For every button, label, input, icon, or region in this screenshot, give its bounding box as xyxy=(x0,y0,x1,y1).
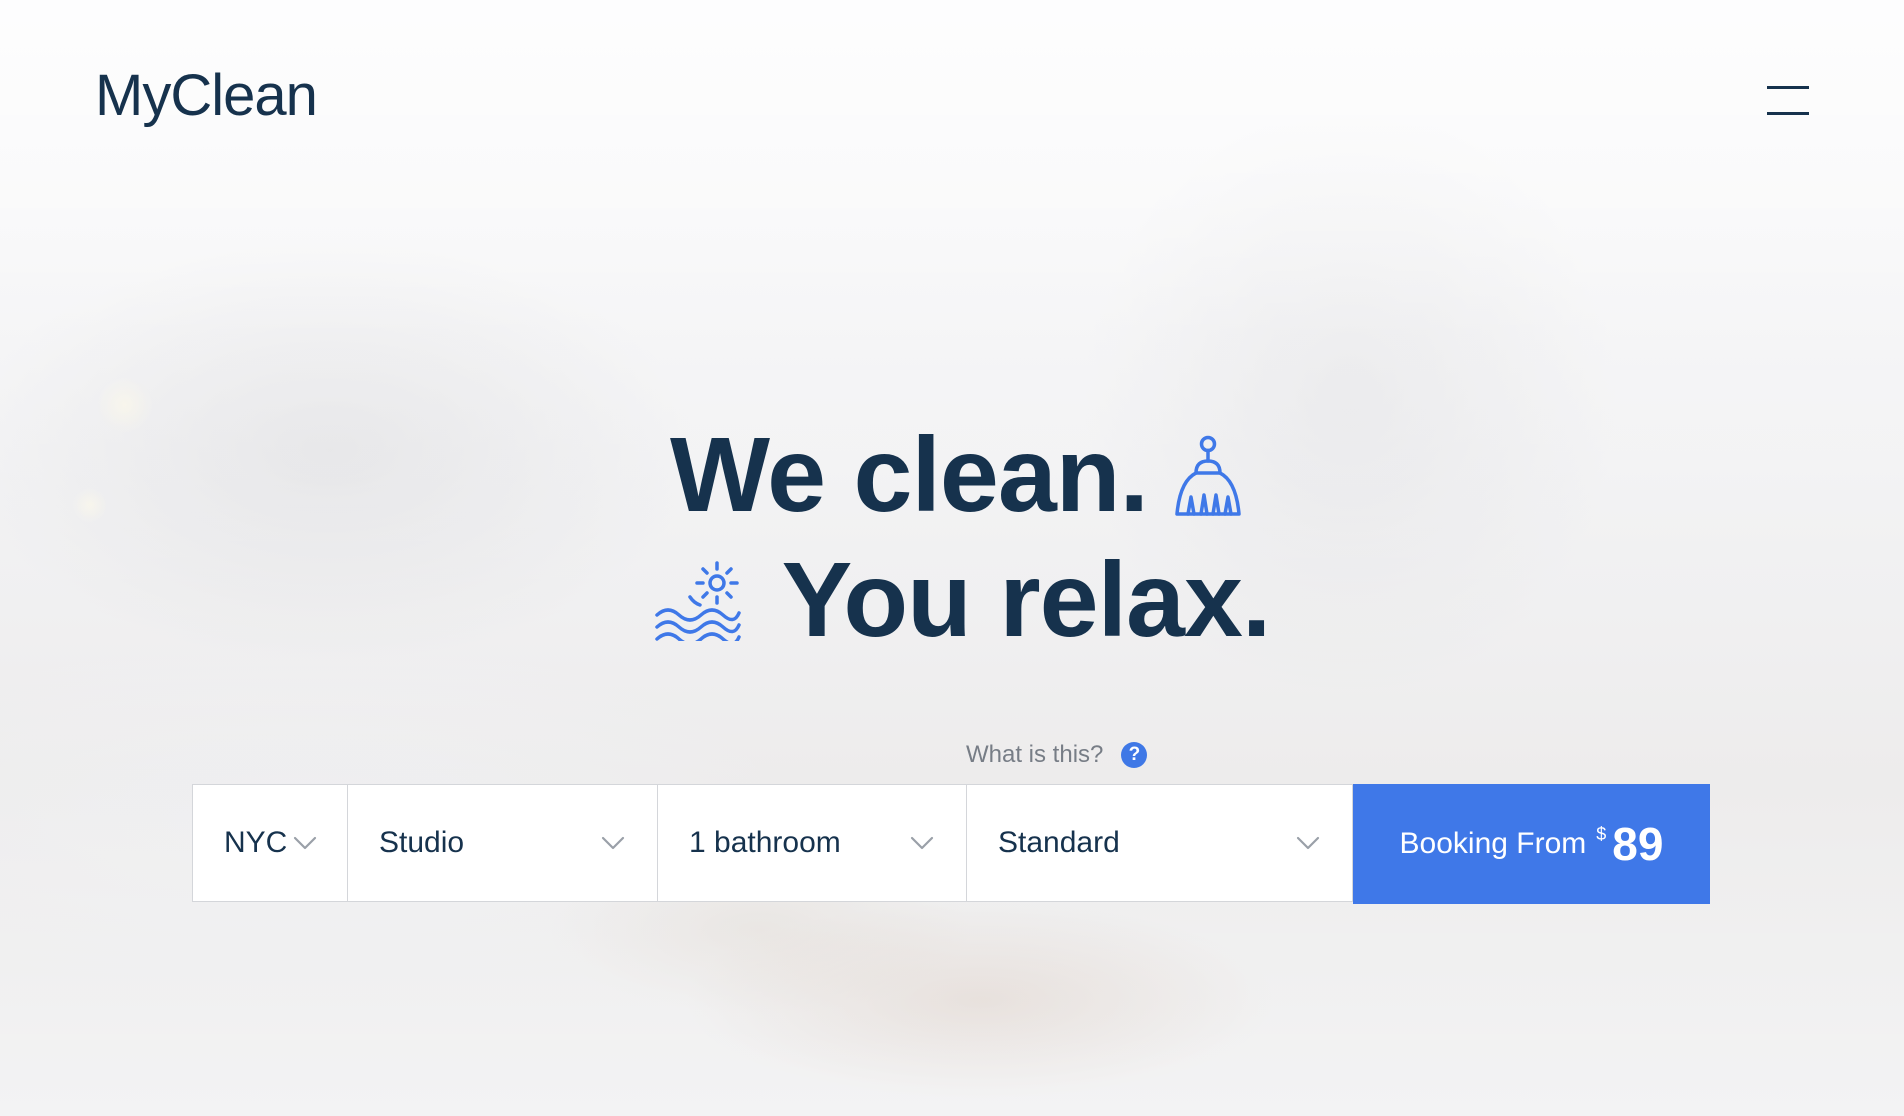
service-type-select[interactable]: Standard xyxy=(966,784,1353,902)
headline-line-2: You relax. xyxy=(0,540,1904,666)
booking-button-label: Booking From xyxy=(1399,827,1587,860)
hamburger-menu-icon[interactable] xyxy=(1767,84,1809,118)
booking-form: NYC Studio 1 bathroom Standard Booking F… xyxy=(192,784,1710,904)
booking-price: 89 xyxy=(1612,818,1664,870)
help-text: What is this? xyxy=(966,741,1104,768)
service-type-value: Standard xyxy=(998,826,1120,859)
sun-over-waves-icon xyxy=(654,560,741,641)
home-size-value: Studio xyxy=(379,826,465,859)
currency-symbol: $ xyxy=(1596,824,1607,844)
home-size-select[interactable]: Studio xyxy=(347,784,658,902)
question-mark-icon[interactable]: ? xyxy=(1121,742,1148,768)
headline-text-1: We clean. xyxy=(669,416,1149,534)
broom-icon xyxy=(1175,435,1241,516)
bathrooms-select[interactable]: 1 bathroom xyxy=(657,784,967,902)
logo[interactable]: MyClean xyxy=(95,62,318,129)
what-is-this-link[interactable]: What is this? ? xyxy=(966,741,1148,769)
chevron-down-icon xyxy=(910,836,934,850)
city-value: NYC xyxy=(224,826,288,859)
hero-section: MyClean We clean. You relax. What is thi… xyxy=(0,0,1904,1116)
chevron-down-icon xyxy=(601,836,625,850)
bathrooms-value: 1 bathroom xyxy=(689,826,841,859)
menu-line-bottom xyxy=(1767,112,1809,115)
city-select[interactable]: NYC xyxy=(192,784,348,902)
headline-text-2: You relax. xyxy=(781,541,1272,659)
menu-line-top xyxy=(1767,86,1809,89)
chevron-down-icon xyxy=(1296,836,1320,850)
booking-button[interactable]: Booking From $ 89 xyxy=(1353,784,1710,904)
chevron-down-icon xyxy=(293,836,317,850)
headline-line-1: We clean. xyxy=(0,415,1904,536)
